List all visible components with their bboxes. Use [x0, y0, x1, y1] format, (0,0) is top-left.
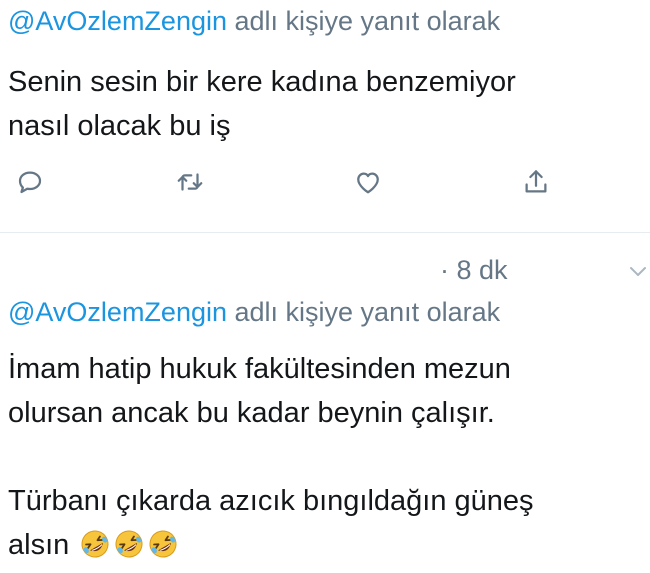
tweet-text: Senin sesin bir kere kadına benzemiyor n… — [8, 66, 516, 142]
reply-context: @AvOzlemZengin adlı kişiye yanıt olarak — [8, 297, 500, 328]
rolling-on-the-floor-laughing-emoji — [149, 530, 177, 558]
reply-context: @AvOzlemZengin adlı kişiye yanıt olarak — [8, 6, 500, 37]
tweet-1[interactable]: @AvOzlemZengin adlı kişiye yanıt olarak … — [0, 0, 650, 232]
tweet-timestamp[interactable]: · 8 dk — [440, 255, 508, 286]
share-button[interactable] — [516, 162, 556, 202]
rolling-on-the-floor-laughing-emoji — [115, 530, 143, 558]
tweet-actions — [0, 162, 650, 202]
like-button[interactable] — [348, 162, 388, 202]
tweet-text-line-with-emoji: alsın — [8, 523, 638, 567]
tweet-text-line: Türbanı çıkarda azıcık bıngıldağın güneş — [8, 485, 534, 517]
like-icon — [357, 172, 379, 194]
reply-button[interactable] — [10, 162, 50, 202]
tweet-text-word: alsın — [8, 529, 70, 561]
share-icon — [525, 170, 547, 193]
retweet-icon — [177, 173, 203, 191]
tweet-text-line: olursan ancak bu kadar beynin çalışır. — [8, 397, 495, 429]
emoji-group — [77, 529, 179, 561]
tweet-text: İmam hatip hukuk fakültesinden mezun olu… — [8, 347, 638, 567]
chevron-down-icon[interactable] — [626, 259, 650, 283]
mention-link[interactable]: @AvOzlemZengin — [8, 6, 227, 36]
tweet-text-line: İmam hatip hukuk fakültesinden mezun — [8, 353, 511, 385]
mention-link[interactable]: @AvOzlemZengin — [8, 297, 227, 327]
tweet-2[interactable]: · 8 dk @AvOzlemZengin adlı kişiye yanıt … — [0, 233, 650, 573]
reply-context-text: adlı kişiye yanıt olarak — [227, 6, 501, 36]
reply-context-text: adlı kişiye yanıt olarak — [227, 297, 501, 327]
retweet-button[interactable] — [170, 162, 210, 202]
reply-icon — [18, 171, 42, 194]
rolling-on-the-floor-laughing-emoji — [81, 530, 109, 558]
